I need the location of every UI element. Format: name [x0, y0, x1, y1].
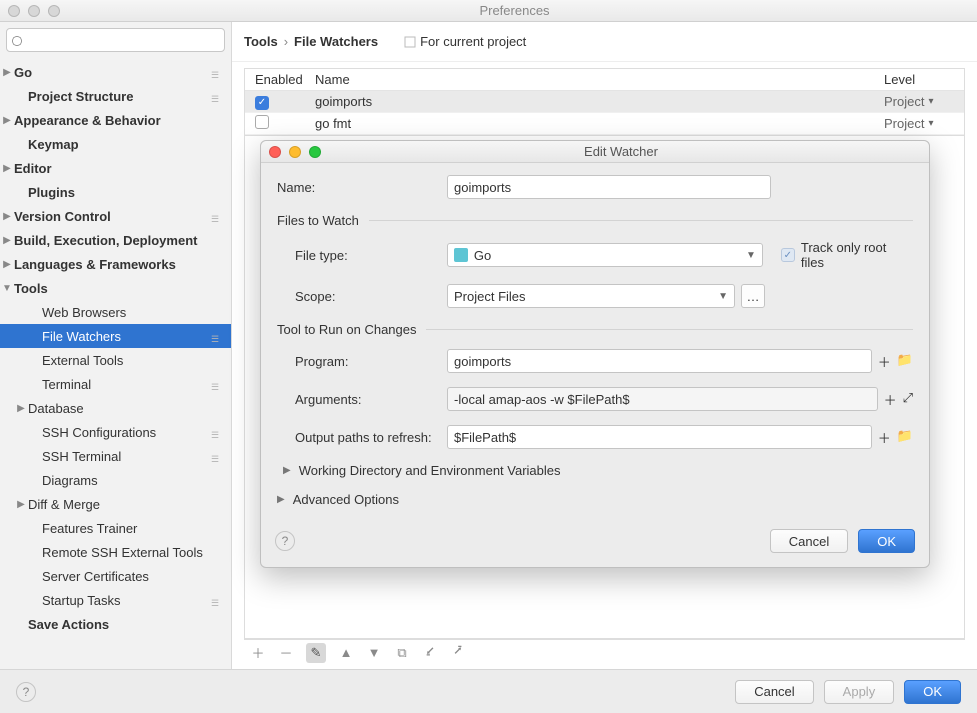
edit-icon[interactable]: ✎	[306, 643, 326, 663]
insert-macro-icon[interactable]: ＋	[884, 390, 897, 409]
insert-macro-icon[interactable]: ＋	[878, 428, 891, 447]
track-root-checkbox: ✓ Track only root files	[781, 240, 913, 270]
zoom-dot[interactable]	[48, 5, 60, 17]
apply-button: Apply	[824, 680, 895, 704]
sidebar-item-save-actions[interactable]: Save Actions	[0, 612, 231, 636]
workdir-disclosure[interactable]: ▶Working Directory and Environment Varia…	[283, 463, 913, 478]
name-label: Name:	[277, 180, 447, 195]
outputpaths-input[interactable]: $FilePath$	[447, 425, 872, 449]
enabled-checkbox[interactable]	[255, 115, 269, 129]
import-icon[interactable]: ⭹	[422, 645, 438, 661]
preferences-sidebar: ▶GoProject Structure▶Appearance & Behavi…	[0, 22, 232, 669]
dialog-cancel-button[interactable]: Cancel	[770, 529, 848, 553]
sidebar-item-plugins[interactable]: Plugins	[0, 180, 231, 204]
watchers-table: Enabled Name Level ✓goimportsProject ▾go…	[244, 68, 965, 136]
col-name[interactable]: Name	[309, 72, 884, 87]
remove-icon[interactable]: －	[278, 645, 294, 661]
cancel-button[interactable]: Cancel	[735, 680, 813, 704]
sidebar-item-ssh-terminal[interactable]: SSH Terminal	[0, 444, 231, 468]
filetype-label: File type:	[277, 248, 447, 263]
scope-browse-button[interactable]: …	[741, 284, 765, 308]
filetype-select[interactable]: Go ▼	[447, 243, 763, 267]
insert-macro-icon[interactable]: ＋	[878, 352, 891, 371]
dialog-minimize-icon[interactable]	[289, 146, 301, 158]
col-level[interactable]: Level	[884, 72, 964, 87]
go-file-icon	[454, 248, 468, 262]
sidebar-item-features-trainer[interactable]: Features Trainer	[0, 516, 231, 540]
sidebar-item-keymap[interactable]: Keymap	[0, 132, 231, 156]
sidebar-item-terminal[interactable]: Terminal	[0, 372, 231, 396]
scope-label: Scope:	[277, 289, 447, 304]
breadcrumb-sep: ›	[284, 34, 288, 49]
browse-icon[interactable]: 📁	[897, 352, 913, 371]
sidebar-item-tools[interactable]: ▼Tools	[0, 276, 231, 300]
sidebar-item-file-watchers[interactable]: File Watchers	[0, 324, 231, 348]
sidebar-item-diff-merge[interactable]: ▶Diff & Merge	[0, 492, 231, 516]
sidebar-item-go[interactable]: ▶Go	[0, 60, 231, 84]
breadcrumb-filewatchers: File Watchers	[294, 34, 378, 49]
scope-select[interactable]: Project Files ▼	[447, 284, 735, 308]
enabled-checkbox[interactable]: ✓	[255, 96, 269, 110]
preferences-tree[interactable]: ▶GoProject Structure▶Appearance & Behavi…	[0, 58, 231, 669]
preferences-footer: ? Cancel Apply OK	[0, 669, 977, 713]
sidebar-item-server-certificates[interactable]: Server Certificates	[0, 564, 231, 588]
sidebar-item-project-structure[interactable]: Project Structure	[0, 84, 231, 108]
advanced-disclosure[interactable]: ▶Advanced Options	[277, 492, 913, 507]
traffic-lights	[8, 5, 60, 17]
close-dot[interactable]	[8, 5, 20, 17]
sidebar-item-database[interactable]: ▶Database	[0, 396, 231, 420]
window-titlebar: Preferences	[0, 0, 977, 22]
program-label: Program:	[277, 354, 447, 369]
files-section-label: Files to Watch	[277, 213, 359, 228]
chevron-down-icon: ▼	[718, 291, 728, 302]
dialog-help-icon[interactable]: ?	[275, 531, 295, 551]
export-icon[interactable]: ⭷	[450, 645, 466, 661]
sidebar-item-appearance-behavior[interactable]: ▶Appearance & Behavior	[0, 108, 231, 132]
sidebar-item-languages-frameworks[interactable]: ▶Languages & Frameworks	[0, 252, 231, 276]
search-input[interactable]	[6, 28, 225, 52]
table-row[interactable]: ✓goimportsProject ▾	[245, 91, 964, 113]
arguments-label: Arguments:	[277, 392, 447, 407]
copy-icon[interactable]: ⧉	[394, 645, 410, 661]
sidebar-item-build-execution-deployment[interactable]: ▶Build, Execution, Deployment	[0, 228, 231, 252]
browse-icon[interactable]: 📁	[897, 428, 913, 447]
down-icon[interactable]: ▼	[366, 645, 382, 661]
window-title: Preferences	[60, 3, 969, 18]
expand-icon[interactable]: ⤢	[903, 390, 913, 409]
program-input[interactable]: goimports	[447, 349, 872, 373]
edit-watcher-dialog: Edit Watcher Name: Files to Watch File t…	[260, 140, 930, 568]
name-input[interactable]	[447, 175, 771, 199]
table-row[interactable]: go fmtProject ▾	[245, 113, 964, 135]
sidebar-item-diagrams[interactable]: Diagrams	[0, 468, 231, 492]
breadcrumb-tools[interactable]: Tools	[244, 34, 278, 49]
dialog-title: Edit Watcher	[321, 144, 921, 159]
sidebar-item-editor[interactable]: ▶Editor	[0, 156, 231, 180]
dialog-close-icon[interactable]	[269, 146, 281, 158]
dialog-ok-button[interactable]: OK	[858, 529, 915, 553]
ok-button[interactable]: OK	[904, 680, 961, 704]
sidebar-item-remote-ssh-external-tools[interactable]: Remote SSH External Tools	[0, 540, 231, 564]
add-icon[interactable]: ＋	[250, 645, 266, 661]
sidebar-item-startup-tasks[interactable]: Startup Tasks	[0, 588, 231, 612]
sidebar-item-web-browsers[interactable]: Web Browsers	[0, 300, 231, 324]
col-enabled[interactable]: Enabled	[245, 72, 309, 87]
dialog-zoom-icon[interactable]	[309, 146, 321, 158]
sidebar-item-external-tools[interactable]: External Tools	[0, 348, 231, 372]
watchers-toolbar: ＋ － ✎ ▲ ▼ ⧉ ⭹ ⭷	[244, 639, 965, 665]
sidebar-item-version-control[interactable]: ▶Version Control	[0, 204, 231, 228]
sidebar-item-ssh-configurations[interactable]: SSH Configurations	[0, 420, 231, 444]
current-project-hint: For current project	[404, 34, 526, 49]
outputpaths-label: Output paths to refresh:	[277, 430, 447, 445]
minimize-dot[interactable]	[28, 5, 40, 17]
tool-section-label: Tool to Run on Changes	[277, 322, 416, 337]
up-icon[interactable]: ▲	[338, 645, 354, 661]
arguments-input[interactable]: -local amap-aos -w $FilePath$	[447, 387, 878, 411]
help-icon[interactable]: ?	[16, 682, 36, 702]
chevron-down-icon: ▼	[746, 250, 756, 261]
